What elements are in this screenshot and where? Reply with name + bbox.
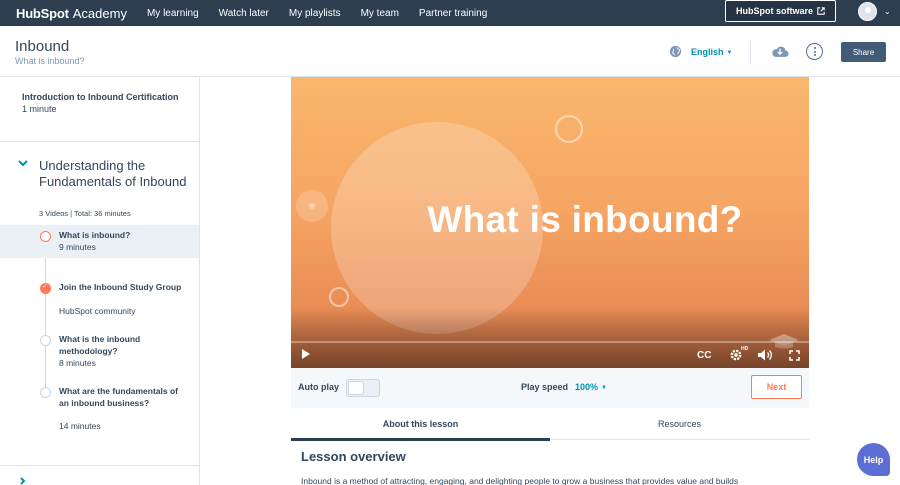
top-navigation: HubSpot Academy My learning Watch later … xyxy=(0,0,900,26)
sidebar-lesson-fundamentals[interactable]: What are the fundamentals of an inbound … xyxy=(0,381,199,441)
lesson-status-icon xyxy=(40,335,51,346)
page-title: Inbound xyxy=(15,38,70,55)
lesson-title: What is inbound? xyxy=(59,230,131,240)
language-selector[interactable]: English ▼ xyxy=(691,47,732,57)
tab-resources[interactable]: Resources xyxy=(550,408,809,440)
sidebar-lesson-methodology[interactable]: What is the inbound methodology? 8 minut… xyxy=(0,329,199,374)
hd-badge: HD xyxy=(741,346,749,352)
chevron-down-icon[interactable] xyxy=(18,158,28,168)
lesson-duration: 8 minutes xyxy=(59,358,96,368)
sidebar-lesson-what-is-inbound[interactable]: What is inbound? 9 minutes xyxy=(0,225,199,258)
decorative-ring xyxy=(329,287,349,307)
nav-my-team[interactable]: My team xyxy=(361,8,399,19)
help-button[interactable]: Help xyxy=(857,443,890,476)
lesson-duration: HubSpot community xyxy=(59,306,136,316)
page-subtitle: What is inbound? xyxy=(15,56,85,66)
caret-down-icon: ▼ xyxy=(601,385,607,391)
sidebar-item-intro[interactable]: Introduction to Inbound Certification 1 … xyxy=(22,92,182,114)
nav-my-learning[interactable]: My learning xyxy=(147,8,199,19)
completed-check-icon xyxy=(40,283,51,294)
lesson-status-icon xyxy=(40,387,51,398)
lesson-status-icon xyxy=(40,231,51,242)
play-icon[interactable] xyxy=(301,348,311,360)
cloud-download-icon[interactable] xyxy=(771,44,789,58)
hubspot-software-label: HubSpot software xyxy=(735,6,813,16)
lesson-duration: 9 minutes xyxy=(59,242,96,252)
language-label: English xyxy=(691,47,724,57)
section-meta: 3 Videos | Total: 36 minutes xyxy=(39,209,131,218)
intro-title: Introduction to Inbound Certification xyxy=(22,92,179,102)
toggle-knob xyxy=(348,381,364,395)
globe-icon xyxy=(669,45,682,58)
lesson-tabs: About this lesson Resources xyxy=(291,408,809,441)
play-speed-label: Play speed xyxy=(521,382,569,392)
divider xyxy=(0,465,199,466)
sidebar-lesson-study-group[interactable]: Join the Inbound Study Group HubSpot com… xyxy=(0,277,199,322)
lesson-title: What is the inbound methodology? xyxy=(59,334,141,356)
external-link-icon xyxy=(817,7,825,15)
nav-my-playlists[interactable]: My playlists xyxy=(289,8,341,19)
next-button[interactable]: Next xyxy=(751,375,802,399)
autoplay-label: Auto play xyxy=(298,382,340,392)
header-divider xyxy=(750,40,751,64)
user-avatar[interactable] xyxy=(858,2,877,21)
lesson-controls-bar: Auto play Play speed 100% ▼ Next xyxy=(291,368,809,408)
play-speed-value: 100% xyxy=(575,382,599,392)
nav-links: My learning Watch later My playlists My … xyxy=(147,8,507,19)
lesson-duration: 14 minutes xyxy=(59,421,101,431)
divider xyxy=(0,141,199,142)
lesson-title: What are the fundamentals of an inbound … xyxy=(59,386,179,408)
tab-about-this-lesson[interactable]: About this lesson xyxy=(291,408,550,441)
course-sidebar: Introduction to Inbound Certification 1 … xyxy=(0,77,200,485)
video-headline: What is inbound? xyxy=(427,199,743,240)
play-speed-dropdown[interactable]: 100% ▼ xyxy=(575,382,607,392)
lesson-overview-text: Inbound is a method of attracting, engag… xyxy=(301,476,739,485)
lesson-title: Join the Inbound Study Group xyxy=(59,282,182,292)
brand-academy: Academy xyxy=(72,5,127,21)
video-player[interactable]: What is inbound? CC HD xyxy=(291,77,809,368)
caret-down-icon: ▼ xyxy=(726,50,733,56)
autoplay-toggle[interactable] xyxy=(346,379,380,397)
course-header: Inbound What is inbound? xyxy=(0,26,900,77)
intro-duration: 1 minute xyxy=(22,104,57,114)
nav-partner-training[interactable]: Partner training xyxy=(419,8,487,19)
video-progress-bar[interactable] xyxy=(291,341,809,343)
volume-icon[interactable] xyxy=(757,348,773,362)
hubspot-academy-logo[interactable]: HubSpot Academy xyxy=(16,6,127,21)
nav-watch-later[interactable]: Watch later xyxy=(219,8,269,19)
fullscreen-icon[interactable] xyxy=(789,350,800,361)
share-button[interactable]: Share xyxy=(841,42,886,62)
more-options-icon[interactable] xyxy=(806,43,823,60)
chevron-down-icon[interactable]: ⌄ xyxy=(884,7,891,16)
closed-captions-button[interactable]: CC xyxy=(697,350,711,361)
chevron-right-icon[interactable] xyxy=(18,477,28,485)
brand-hubspot: HubSpot xyxy=(16,5,69,21)
decorative-ring xyxy=(555,115,583,143)
lesson-overview-title: Lesson overview xyxy=(301,449,406,464)
section-title[interactable]: Understanding the Fundamentals of Inboun… xyxy=(39,158,189,189)
hubspot-software-button[interactable]: HubSpot software xyxy=(725,0,836,22)
